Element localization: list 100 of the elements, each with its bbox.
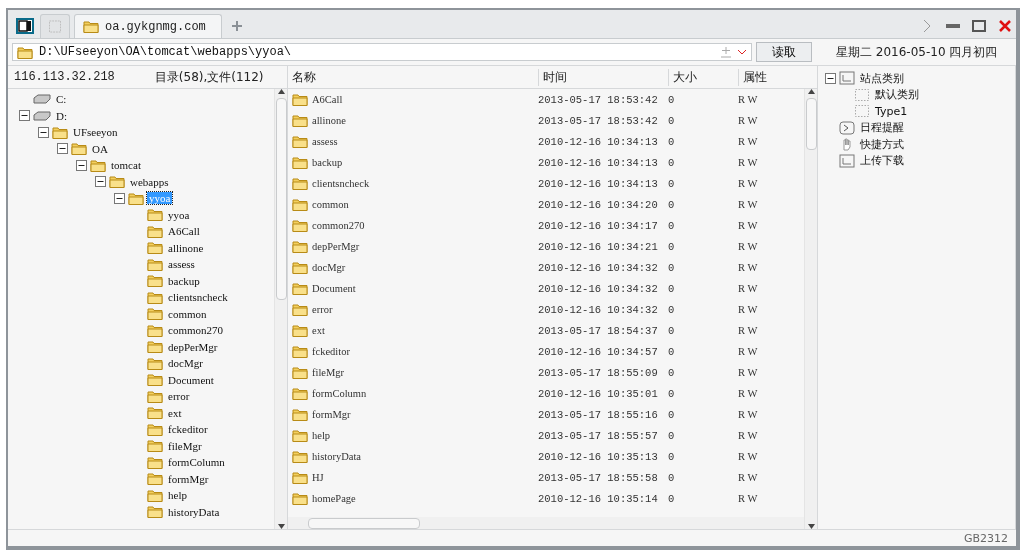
tree-item[interactable]: formMgr: [166, 472, 211, 485]
tree-item[interactable]: A6Call: [166, 225, 202, 238]
scroll-down-icon[interactable]: [277, 524, 285, 529]
tree-item[interactable]: ext: [166, 406, 184, 419]
clock-icon: [839, 120, 855, 135]
scrollbar[interactable]: [274, 89, 287, 529]
file-name[interactable]: Document: [312, 283, 356, 294]
file-name[interactable]: fileMgr: [312, 367, 345, 378]
tree-item[interactable]: OA: [90, 142, 110, 155]
file-size: 0: [668, 219, 676, 232]
sidebar-toggle-icon[interactable]: [16, 18, 34, 34]
folder-icon: [292, 282, 308, 295]
file-name[interactable]: historyData: [312, 451, 361, 462]
scroll-up-icon[interactable]: [807, 89, 815, 94]
file-attributes: R W: [738, 367, 759, 378]
file-attributes: R W: [738, 409, 759, 420]
tree-item[interactable]: D:: [54, 109, 69, 122]
file-name[interactable]: depPerMgr: [312, 241, 360, 252]
folder-icon: [292, 177, 308, 190]
file-name[interactable]: error: [312, 304, 333, 315]
file-name[interactable]: formColumn: [312, 388, 367, 399]
tree-item[interactable]: Document: [166, 373, 216, 386]
file-attributes: R W: [738, 157, 759, 168]
file-size: 0: [668, 114, 676, 127]
tree-item[interactable]: 快捷方式: [858, 136, 906, 152]
scroll-thumb[interactable]: [805, 98, 817, 150]
file-name[interactable]: allinone: [312, 115, 346, 126]
collapse-icon[interactable]: [824, 72, 836, 84]
collapse-icon[interactable]: [75, 159, 87, 171]
scroll-thumb[interactable]: [308, 517, 420, 529]
tree-item[interactable]: fileMgr: [166, 439, 204, 452]
new-tab-icon[interactable]: [232, 21, 242, 31]
collapse-icon[interactable]: [113, 192, 125, 204]
maximize-icon[interactable]: [972, 20, 986, 32]
tree-item[interactable]: backup: [166, 274, 202, 287]
tree-item[interactable]: allinone: [166, 241, 206, 254]
file-attributes: R W: [738, 115, 759, 126]
file-name[interactable]: common: [312, 199, 349, 210]
file-name[interactable]: assess: [312, 136, 338, 147]
tree-item[interactable]: UFseeyon: [71, 126, 120, 139]
tree-item[interactable]: docMgr: [166, 357, 205, 370]
read-button[interactable]: 读取: [756, 42, 812, 62]
file-name[interactable]: fckeditor: [312, 346, 350, 357]
tree-item[interactable]: fckeditor: [166, 423, 210, 436]
file-attributes: R W: [738, 430, 759, 441]
tree-item[interactable]: common: [166, 307, 209, 320]
file-name[interactable]: common270: [312, 220, 365, 231]
file-name[interactable]: docMgr: [312, 262, 346, 273]
tree-item[interactable]: 站点类别: [858, 70, 906, 86]
file-name[interactable]: clientsncheck: [312, 178, 370, 189]
collapse-icon[interactable]: [94, 176, 106, 188]
folder-icon: [147, 406, 163, 420]
folder-icon: [147, 505, 163, 519]
tree-item[interactable]: common270: [166, 324, 225, 337]
file-name[interactable]: help: [312, 430, 331, 441]
folder-icon: [292, 114, 308, 127]
tree-item[interactable]: yyoa: [166, 208, 192, 221]
tree-item[interactable]: Type1: [873, 104, 910, 118]
collapse-icon[interactable]: [37, 126, 49, 138]
tree-item[interactable]: 默认类别: [873, 87, 921, 103]
file-name[interactable]: homePage: [312, 493, 356, 504]
file-name[interactable]: HJ: [312, 472, 324, 483]
collapse-icon[interactable]: [56, 143, 68, 155]
column-header[interactable]: 属性: [738, 68, 817, 86]
folder-icon: [147, 208, 163, 222]
file-attributes: R W: [738, 493, 759, 504]
tree-item[interactable]: 上传下载: [858, 153, 906, 169]
file-attributes: R W: [738, 451, 759, 462]
file-name[interactable]: formMgr: [312, 409, 351, 420]
modified-time: 2010-12-16 10:34:32: [538, 282, 659, 295]
column-header[interactable]: 时间: [538, 68, 668, 86]
tree-item[interactable]: error: [166, 390, 192, 403]
file-attributes: R W: [738, 199, 759, 210]
tree-item[interactable]: tomcat: [109, 159, 143, 172]
collapse-icon[interactable]: [18, 110, 30, 122]
tree-item[interactable]: depPerMgr: [166, 340, 220, 353]
tree-item[interactable]: assess: [166, 258, 197, 271]
tree-item[interactable]: clientsncheck: [166, 291, 230, 304]
file-attributes: R W: [738, 472, 759, 483]
address-field[interactable]: D:\UFseeyon\OA\tomcat\webapps\yyoa\: [12, 43, 752, 61]
file-name[interactable]: ext: [312, 325, 325, 336]
tree-item[interactable]: 日程提醒: [858, 120, 906, 136]
tree-item[interactable]: webapps: [128, 175, 171, 188]
tree-item[interactable]: help: [166, 489, 189, 502]
file-name[interactable]: A6Call: [312, 94, 343, 105]
scrollbar[interactable]: [288, 517, 804, 529]
tree-item[interactable]: historyData: [166, 505, 222, 518]
file-name[interactable]: backup: [312, 157, 343, 168]
file-size: 0: [668, 261, 676, 274]
tree-item[interactable]: C:: [54, 93, 69, 106]
dropdown-icon[interactable]: [737, 49, 747, 55]
close-icon[interactable]: [999, 20, 1011, 32]
tree-item[interactable]: formColumn: [166, 456, 227, 469]
scroll-up-icon[interactable]: [277, 89, 285, 94]
column-header[interactable]: 大小: [668, 68, 738, 86]
scroll-down-icon[interactable]: [807, 524, 815, 529]
scroll-thumb[interactable]: [275, 98, 287, 300]
column-header[interactable]: 名称: [288, 68, 538, 86]
tab[interactable]: oa.gykgnmg.com: [74, 14, 222, 38]
scrollbar[interactable]: [804, 89, 817, 529]
